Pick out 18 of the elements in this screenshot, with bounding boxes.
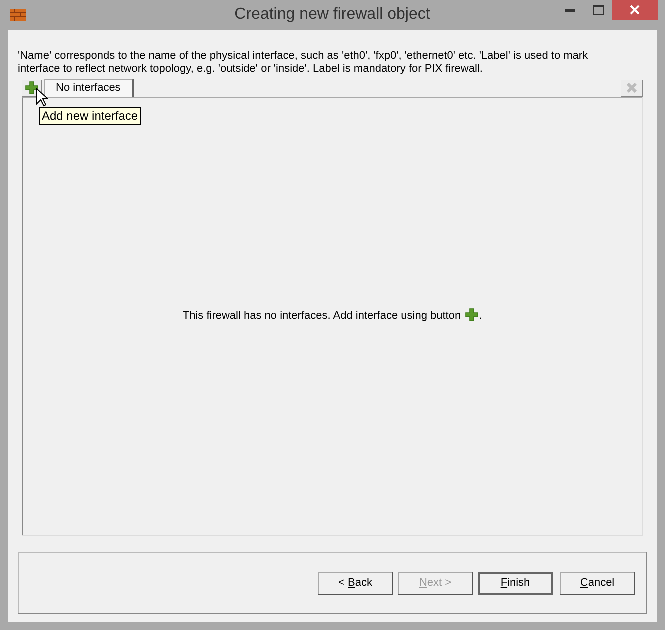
delete-icon bbox=[626, 83, 636, 93]
cursor-icon bbox=[36, 88, 48, 107]
maximize-icon bbox=[592, 5, 604, 15]
wizard-button[interactable]: Finish bbox=[478, 572, 553, 594]
wizard-button[interactable]: < Back bbox=[318, 572, 393, 594]
brick-wall-icon bbox=[10, 9, 26, 21]
empty-message: This firewall has no interfaces. Add interface using button bbox=[182, 309, 462, 324]
close-icon bbox=[630, 5, 640, 15]
tab[interactable]: No interfaces bbox=[44, 79, 134, 97]
minimize-icon bbox=[565, 8, 575, 12]
plus-icon bbox=[24, 81, 38, 95]
plus-icon bbox=[465, 308, 480, 322]
description-text: 'Name' corresponds to the name of the physical interface, such as 'eth0', 'fxp0', 'ethernet0' etc. 'Label' is used to mark interface to reflect network topology, e.g. 'outside' or 'inside'. Label is mandatory for PIX firewall. bbox=[18, 50, 590, 76]
window-title: Creating new firewall object bbox=[234, 5, 432, 25]
period-text: . bbox=[479, 309, 482, 324]
tooltip: Add new interface bbox=[39, 107, 142, 125]
close-button[interactable] bbox=[612, 0, 658, 20]
wizard-button[interactable]: Cancel bbox=[560, 572, 635, 594]
